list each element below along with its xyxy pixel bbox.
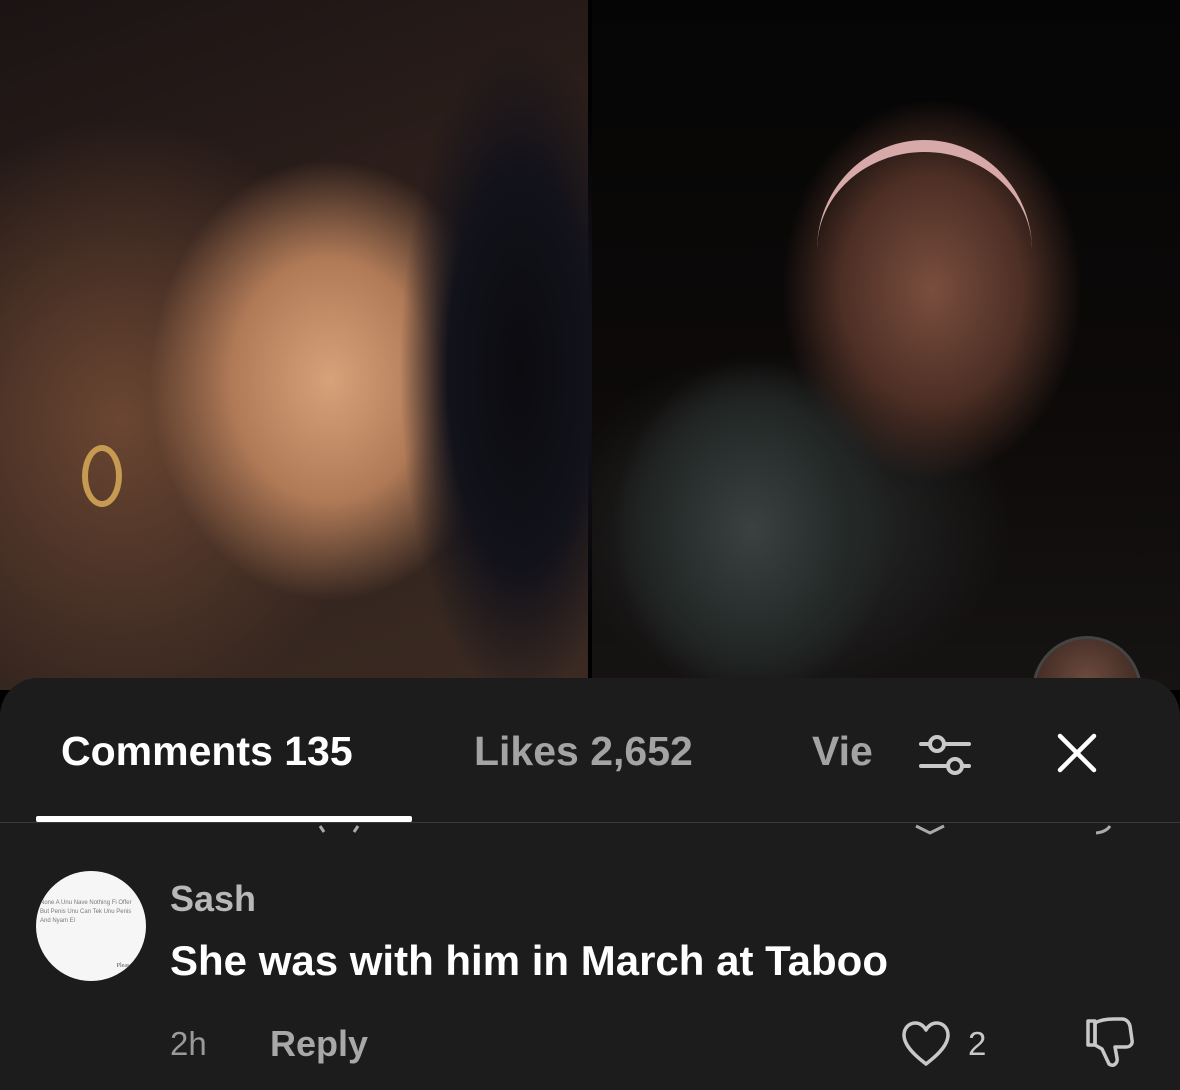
tab-bar-divider	[0, 822, 1180, 823]
avatar-text: None A Unu Nave Nothing Fi Offer But Pen…	[40, 900, 132, 924]
video-area[interactable]	[0, 0, 1180, 690]
sliders-icon[interactable]	[905, 728, 985, 784]
comment-item: None A Unu Nave Nothing Fi Offer But Pen…	[0, 853, 1180, 1090]
video-frame-left	[0, 0, 640, 690]
hair-shape	[280, 40, 640, 690]
comment-timestamp: 2h	[170, 1025, 207, 1062]
clipped-icon-fragment	[915, 824, 945, 835]
video-frame-right	[592, 0, 1180, 690]
close-icon[interactable]	[1047, 723, 1107, 783]
comment-username[interactable]: Sash	[170, 878, 256, 920]
avatar[interactable]: None A Unu Nave Nothing Fi Offer But Pen…	[36, 871, 146, 981]
comments-tab-bar: Comments 135 Likes 2,652 Vie	[0, 678, 1180, 823]
clipped-icon-fragment-2	[1095, 825, 1112, 835]
clipped-text-fragment	[318, 825, 360, 833]
comment-like-button[interactable]: 2	[898, 1016, 986, 1072]
heart-outline-icon[interactable]	[898, 1019, 954, 1069]
tab-comments[interactable]: Comments 135	[61, 728, 353, 775]
hoodie-shape	[612, 360, 902, 690]
tab-views[interactable]: Vie	[812, 728, 873, 775]
earring-shape	[82, 445, 122, 507]
comments-sheet: Comments 135 Likes 2,652 Vie None A Unu …	[0, 678, 1180, 1090]
like-count: 2	[968, 1025, 987, 1062]
headband-shape	[817, 140, 1032, 250]
avatar-footer-text: Please	[116, 963, 132, 969]
tab-likes[interactable]: Likes 2,652	[474, 728, 693, 775]
reply-button[interactable]: Reply	[270, 1023, 368, 1065]
comment-text: She was with him in March at Taboo	[170, 937, 888, 984]
thumbs-down-outline-icon[interactable]	[1080, 1013, 1138, 1071]
